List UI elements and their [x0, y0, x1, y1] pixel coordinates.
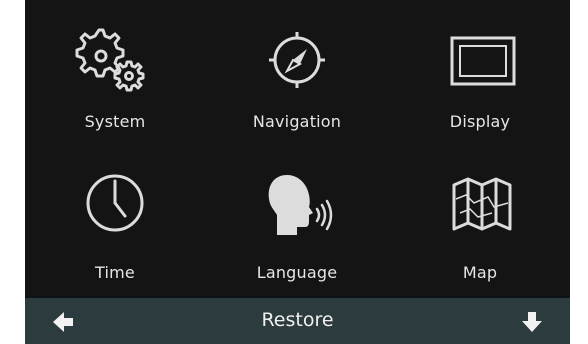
folded-map-icon: [452, 177, 512, 231]
gears-icon: [75, 28, 145, 92]
map-tile[interactable]: Map: [390, 145, 570, 285]
language-label: Language: [256, 263, 338, 282]
down-arrow-icon[interactable]: [518, 308, 546, 336]
map-label: Map: [462, 263, 498, 282]
settings-screen: System Navigation Display Time Language …: [25, 0, 570, 344]
speaking-head-icon: [268, 175, 333, 235]
language-tile[interactable]: Language: [207, 145, 387, 285]
navigation-tile[interactable]: Navigation: [207, 0, 387, 140]
system-label: System: [84, 112, 146, 131]
compass-icon: [269, 32, 325, 88]
time-label: Time: [95, 263, 135, 282]
display-tile[interactable]: Display: [390, 0, 570, 140]
bottom-bar-title: Restore: [261, 309, 334, 331]
display-label: Display: [449, 112, 511, 131]
bottom-bar: Restore: [25, 296, 570, 344]
system-tile[interactable]: System: [25, 0, 205, 140]
time-tile[interactable]: Time: [25, 145, 205, 285]
display-icon: [450, 36, 516, 86]
navigation-label: Navigation: [252, 112, 342, 131]
clock-icon: [86, 174, 144, 232]
